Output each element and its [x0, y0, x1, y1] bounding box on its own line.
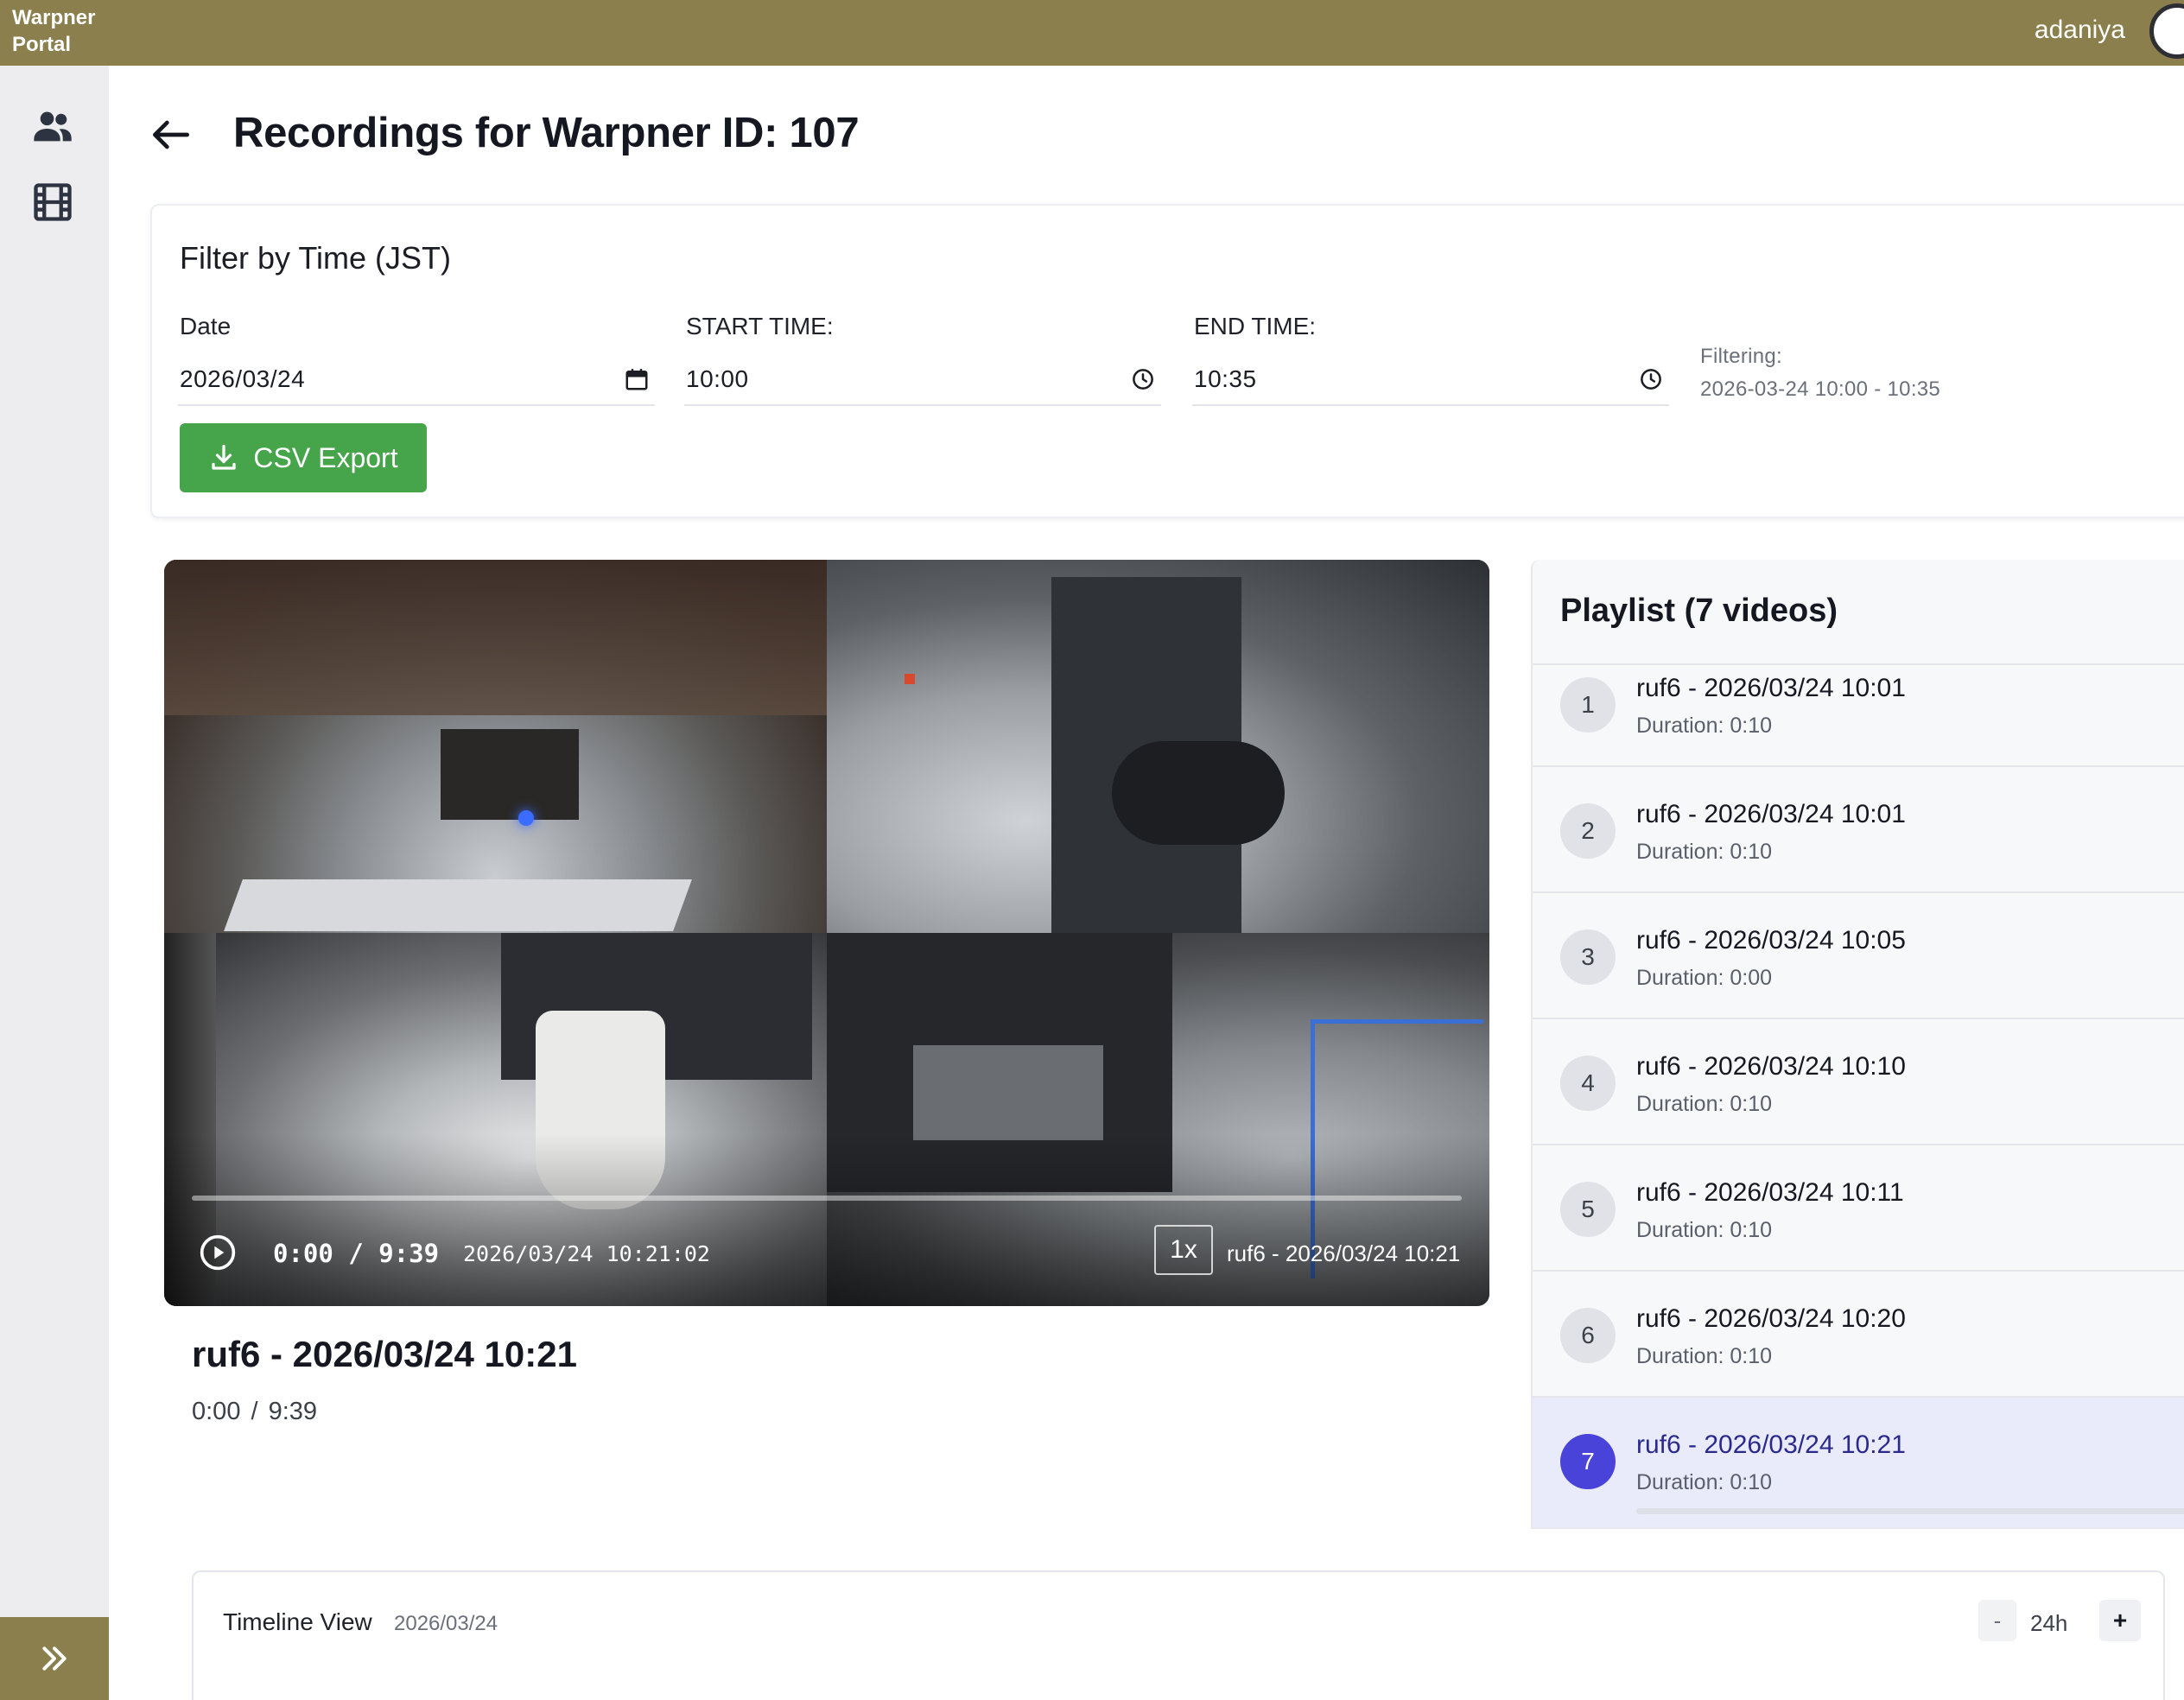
sidebar: [0, 66, 109, 1700]
playlist-item-number: 2: [1560, 803, 1616, 859]
playlist-item-duration: Duration: 0:10: [1636, 1218, 1773, 1242]
zoom-level: 24h: [2030, 1610, 2068, 1636]
video-caption: ruf6 - 2026/03/24 10:21: [1227, 1240, 1461, 1266]
playlist-item-name: ruf6 - 2026/03/24 10:11: [1636, 1178, 1904, 1207]
start-time-label: START TIME:: [686, 313, 834, 339]
brand-logo[interactable]: Warpner Portal: [12, 4, 95, 58]
now-playing-time: 0:00 / 9:39: [192, 1398, 318, 1425]
playlist-item-number: 4: [1560, 1056, 1616, 1111]
playlist-item-duration: Duration: 0:10: [1636, 840, 1773, 864]
filter-card: Filter by Time (JST) Date 2026/03/24 STA…: [150, 204, 2184, 518]
playlist-item[interactable]: 4 ruf6 - 2026/03/24 10:10 Duration: 0:10: [1533, 1019, 2184, 1145]
sidebar-expand-button[interactable]: [0, 1617, 109, 1700]
zoom-in-button[interactable]: +: [2099, 1600, 2141, 1641]
calendar-icon[interactable]: [624, 366, 650, 392]
start-time-input[interactable]: 10:00: [684, 354, 1161, 406]
playlist-item-progress: [1636, 1508, 2184, 1514]
playlist-panel: Playlist (7 videos) 1 ruf6 - 2026/03/24 …: [1531, 560, 2184, 1529]
playlist-item-number: 1: [1560, 677, 1616, 733]
playlist-item-number: 5: [1560, 1182, 1616, 1237]
playlist-item-number: 6: [1560, 1308, 1616, 1363]
playlist-item-duration: Duration: 0:00: [1636, 966, 1773, 990]
timeline-view: Timeline View 2026/03/24 - 24h +: [192, 1570, 2165, 1700]
playlist-item[interactable]: 5 ruf6 - 2026/03/24 10:11 Duration: 0:10: [1533, 1145, 2184, 1272]
playlist-item-name: ruf6 - 2026/03/24 10:20: [1636, 1304, 1906, 1333]
video-time: 0:00 / 9:39: [273, 1239, 440, 1268]
filter-title: Filter by Time (JST): [180, 240, 452, 276]
playlist-item-name: ruf6 - 2026/03/24 10:05: [1636, 926, 1906, 955]
end-time-input[interactable]: 10:35: [1192, 354, 1669, 406]
playlist-item-name: ruf6 - 2026/03/24 10:01: [1636, 800, 1906, 828]
playlist-header: Playlist (7 videos): [1533, 560, 2184, 665]
avatar[interactable]: [2149, 3, 2184, 59]
clock-icon[interactable]: [1638, 366, 1664, 392]
filtering-value: 2026-03-24 10:00 - 10:35: [1700, 377, 1941, 401]
camera-feed-1: [164, 560, 827, 933]
double-chevron-right-icon: [42, 1646, 67, 1671]
back-button[interactable]: [147, 111, 195, 159]
download-icon: [212, 444, 237, 470]
playlist-item-duration: Duration: 0:10: [1636, 1092, 1773, 1116]
playlist-item-number: 7: [1560, 1434, 1616, 1489]
top-bar: Warpner Portal adaniya: [0, 0, 2184, 66]
play-button[interactable]: [199, 1234, 237, 1272]
timeline-date: 2026/03/24: [394, 1612, 498, 1635]
playlist-item-duration: Duration: 0:10: [1636, 714, 1773, 738]
playlist-list[interactable]: 1 ruf6 - 2026/03/24 10:01 Duration: 0:10…: [1533, 667, 2184, 1527]
brand-line-2: Portal: [12, 33, 72, 56]
playlist-item-name: ruf6 - 2026/03/24 10:21: [1636, 1430, 1906, 1459]
playlist-title: Playlist (7 videos): [1560, 593, 1838, 629]
playback-speed-button[interactable]: 1x: [1154, 1225, 1213, 1275]
play-circle-icon: [200, 1234, 236, 1271]
playlist-item-active[interactable]: 7 ruf6 - 2026/03/24 10:21 Duration: 0:10: [1533, 1398, 2184, 1527]
arrow-left-icon: [153, 120, 190, 149]
users-icon[interactable]: [30, 104, 75, 149]
clock-icon[interactable]: [1130, 366, 1156, 392]
date-value: 2026/03/24: [180, 365, 306, 392]
playlist-item-number: 3: [1560, 929, 1616, 985]
playlist-item-name: ruf6 - 2026/03/24 10:01: [1636, 674, 1906, 702]
playlist-item[interactable]: 6 ruf6 - 2026/03/24 10:20 Duration: 0:10: [1533, 1272, 2184, 1398]
brand-line-1: Warpner: [12, 6, 96, 29]
camera-feed-2: [827, 560, 1489, 933]
end-time-label: END TIME:: [1194, 313, 1317, 339]
end-time-value: 10:35: [1194, 365, 1257, 392]
date-label: Date: [180, 313, 232, 339]
playlist-item[interactable]: 3 ruf6 - 2026/03/24 10:05 Duration: 0:00: [1533, 893, 2184, 1019]
playlist-item[interactable]: 1 ruf6 - 2026/03/24 10:01 Duration: 0:10: [1533, 667, 2184, 767]
csv-export-button[interactable]: CSV Export: [180, 423, 427, 492]
username[interactable]: adaniya: [2035, 16, 2125, 45]
filtering-label: Filtering:: [1700, 345, 1783, 368]
playlist-item-duration: Duration: 0:10: [1636, 1470, 1773, 1494]
playlist-item[interactable]: 2 ruf6 - 2026/03/24 10:01 Duration: 0:10: [1533, 767, 2184, 893]
controls-overlay: [164, 1133, 1489, 1306]
zoom-out-button[interactable]: -: [1978, 1600, 2016, 1641]
playlist-item-duration: Duration: 0:10: [1636, 1344, 1773, 1368]
seek-bar[interactable]: [192, 1196, 1462, 1201]
now-playing-title: ruf6 - 2026/03/24 10:21: [192, 1334, 577, 1374]
video-player[interactable]: 0:00 / 9:39 2026/03/24 10:21:02 1x ruf6 …: [164, 560, 1489, 1306]
filtering-summary: Filtering: 2026-03-24 10:00 - 10:35: [1700, 340, 1940, 406]
film-icon[interactable]: [30, 180, 75, 225]
date-input[interactable]: 2026/03/24: [178, 354, 655, 406]
video-timestamp: 2026/03/24 10:21:02: [463, 1241, 710, 1266]
start-time-value: 10:00: [686, 365, 749, 392]
timeline-title: Timeline View: [223, 1608, 372, 1635]
csv-export-label: CSV Export: [253, 441, 398, 473]
playlist-item-name: ruf6 - 2026/03/24 10:10: [1636, 1052, 1906, 1081]
page-title: Recordings for Warpner ID: 107: [233, 110, 860, 156]
